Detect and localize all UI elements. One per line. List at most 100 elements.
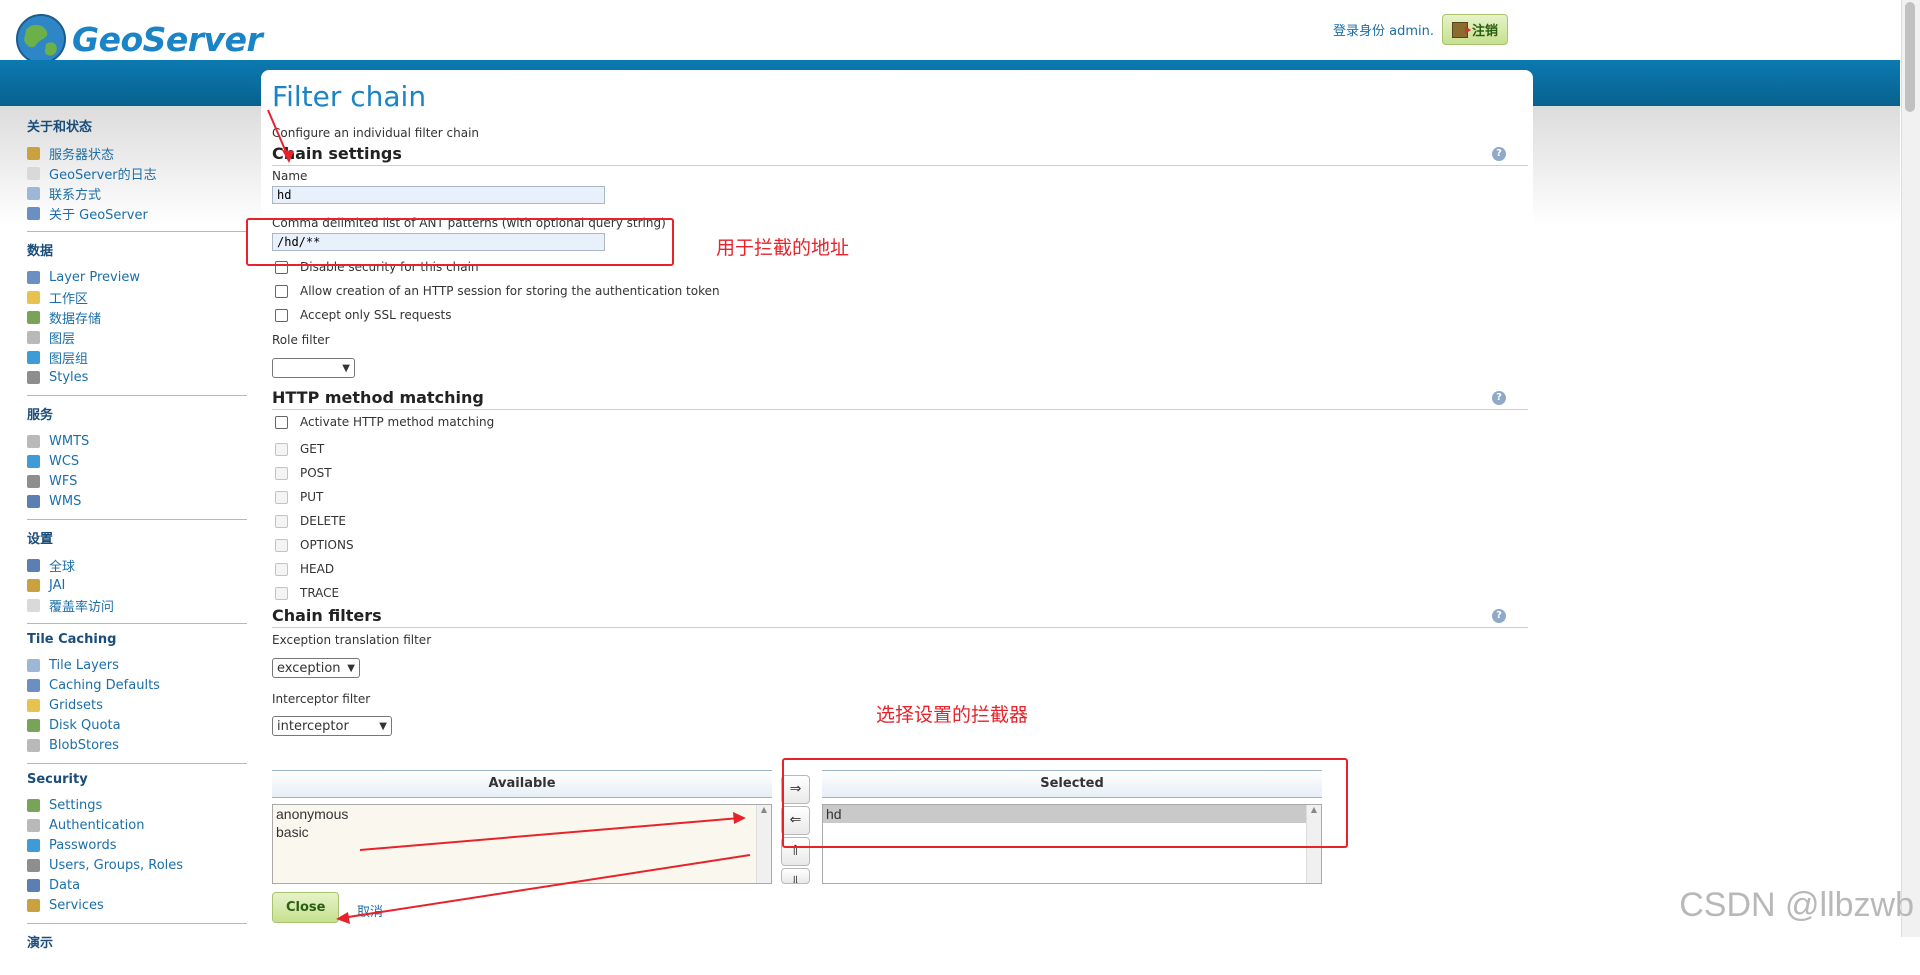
page-scrollbar[interactable]	[1901, 0, 1920, 937]
nav-item-icon	[27, 434, 40, 448]
sidebar-item[interactable]: 图层组	[27, 347, 247, 367]
sidebar-item[interactable]: Layer Preview	[27, 267, 247, 287]
nav-item-icon	[27, 798, 40, 812]
nav-section-title: 设置	[27, 532, 54, 547]
sidebar-item[interactable]: 数据存储	[27, 307, 247, 327]
sidebar-item[interactable]: Services	[27, 895, 247, 915]
sidebar-item[interactable]: Users, Groups, Roles	[27, 855, 247, 875]
logged-in-label: 登录身份 admin.	[1332, 24, 1434, 39]
annotation-note-address: 用于拦截的地址	[716, 237, 850, 259]
sidebar-item-label: Authentication	[49, 817, 145, 833]
sidebar-item[interactable]: WCS	[27, 451, 247, 471]
move-down-button[interactable]: ⇓	[781, 868, 810, 884]
sidebar-item[interactable]: WMS	[27, 491, 247, 511]
sidebar-item[interactable]: GeoServer的日志	[27, 163, 247, 183]
sidebar-item[interactable]: Settings	[27, 795, 247, 815]
nav-item-icon	[27, 738, 40, 752]
sidebar-item-label: Tile Layers	[49, 657, 119, 673]
sidebar-item-label: WMS	[49, 493, 82, 509]
page-title: Filter chain	[272, 80, 427, 113]
sidebar-item[interactable]: 图层	[27, 327, 247, 347]
geoserver-logo[interactable]: GeoServer	[14, 12, 263, 66]
sidebar-item[interactable]: 工作区	[27, 287, 247, 307]
exception-select[interactable]: exception ▼	[272, 658, 360, 678]
page-description: Configure an individual filter chain	[272, 126, 480, 140]
sidebar-item-label: 数据存储	[49, 311, 102, 327]
sidebar-item[interactable]: WMTS	[27, 431, 247, 451]
sidebar-item[interactable]: 联系方式	[27, 183, 247, 203]
sidebar-item[interactable]: Gridsets	[27, 695, 247, 715]
chain-filters-title: Chain filters	[272, 606, 382, 625]
checkbox[interactable]	[275, 415, 288, 429]
close-button[interactable]: Close	[272, 892, 340, 923]
sidebar-item[interactable]: JAI	[27, 575, 247, 595]
sidebar-item-label: WCS	[49, 453, 80, 469]
available-list[interactable]: anonymous basic ▲	[272, 804, 772, 884]
sidebar-item[interactable]: 服务器状态	[27, 143, 247, 163]
nav-item-icon	[27, 310, 40, 324]
method-label: GET	[300, 442, 325, 456]
sidebar-item[interactable]: Passwords	[27, 835, 247, 855]
help-icon[interactable]: ?	[1492, 609, 1506, 623]
allow-session-check[interactable]: Allow creation of an HTTP session for st…	[275, 284, 720, 298]
sidebar-item[interactable]: Authentication	[27, 815, 247, 835]
select-value: exception	[277, 660, 341, 676]
sidebar-item[interactable]: WFS	[27, 471, 247, 491]
interceptor-select[interactable]: interceptor ▼	[272, 716, 392, 736]
check-label: Activate HTTP method matching	[300, 415, 495, 429]
sidebar-item-label: 图层组	[49, 351, 89, 367]
scroll-thumb[interactable]	[1905, 2, 1915, 112]
sidebar-item[interactable]: 覆盖率访问	[27, 595, 247, 615]
nav-item-icon	[27, 678, 40, 692]
nav-item-icon	[27, 878, 40, 892]
sidebar-item[interactable]: Styles	[27, 367, 247, 387]
activate-method-check[interactable]: Activate HTTP method matching	[275, 415, 494, 429]
nav-item-icon	[27, 454, 40, 468]
list-scrollbar[interactable]: ▲	[756, 805, 771, 883]
sidebar-item[interactable]: BlobStores	[27, 735, 247, 755]
sidebar-item[interactable]: Tile Layers	[27, 655, 247, 675]
nav-section-title: Security	[27, 772, 88, 787]
help-icon[interactable]: ?	[1492, 147, 1506, 161]
list-item[interactable]: basic	[273, 823, 771, 841]
role-filter-select[interactable]: ▼	[272, 358, 355, 378]
sidebar-item[interactable]: Data	[27, 875, 247, 895]
select-value: interceptor	[277, 718, 349, 734]
sidebar-item[interactable]: 全球	[27, 555, 247, 575]
method-label: DELETE	[300, 514, 347, 528]
nav-item-icon	[27, 598, 40, 612]
sidebar-item-label: 联系方式	[49, 187, 102, 203]
checkbox	[275, 490, 288, 504]
available-header: Available	[272, 770, 772, 798]
list-item[interactable]: anonymous	[273, 805, 771, 823]
sidebar-item-label: 图层	[49, 331, 76, 347]
checkbox[interactable]	[275, 284, 288, 298]
user-bar: 登录身份 admin. 注销	[1333, 14, 1508, 45]
sidebar-item[interactable]: 关于 GeoServer	[27, 203, 247, 223]
checkbox[interactable]	[275, 308, 288, 322]
annotation-box-selected	[782, 758, 1348, 848]
nav-section: 关于和状态 服务器状态 GeoServer的日志 联系方式 关于 GeoServer	[27, 116, 247, 232]
chain-filters-heading: Chain filters ?	[272, 606, 1528, 628]
watermark: CSDN @llbzwb	[1679, 886, 1914, 924]
logout-button[interactable]: 注销	[1441, 14, 1508, 45]
ssl-only-check[interactable]: Accept only SSL requests	[275, 308, 452, 322]
sidebar-item[interactable]: Disk Quota	[27, 715, 247, 735]
logout-label: 注销	[1471, 24, 1498, 39]
exception-label: Exception translation filter	[272, 633, 432, 647]
sidebar-item-label: Layer Preview	[49, 269, 140, 285]
nav-section-title: 数据	[27, 244, 54, 259]
nav-item-icon	[27, 558, 40, 572]
nav-item-icon	[27, 698, 40, 712]
name-input[interactable]	[272, 186, 605, 204]
cancel-link[interactable]: 取消	[357, 901, 383, 920]
help-icon[interactable]: ?	[1492, 391, 1506, 405]
check-label: Allow creation of an HTTP session for st…	[300, 284, 720, 298]
sidebar-item[interactable]: Caching Defaults	[27, 675, 247, 695]
chevron-down-icon: ▼	[342, 362, 350, 374]
nav-section-title: Tile Caching	[27, 632, 117, 647]
method-label: PUT	[300, 490, 324, 504]
chain-settings-title: Chain settings	[272, 144, 402, 163]
sidebar-item-label: Settings	[49, 797, 103, 813]
sidebar-item-label: Styles	[49, 369, 89, 385]
